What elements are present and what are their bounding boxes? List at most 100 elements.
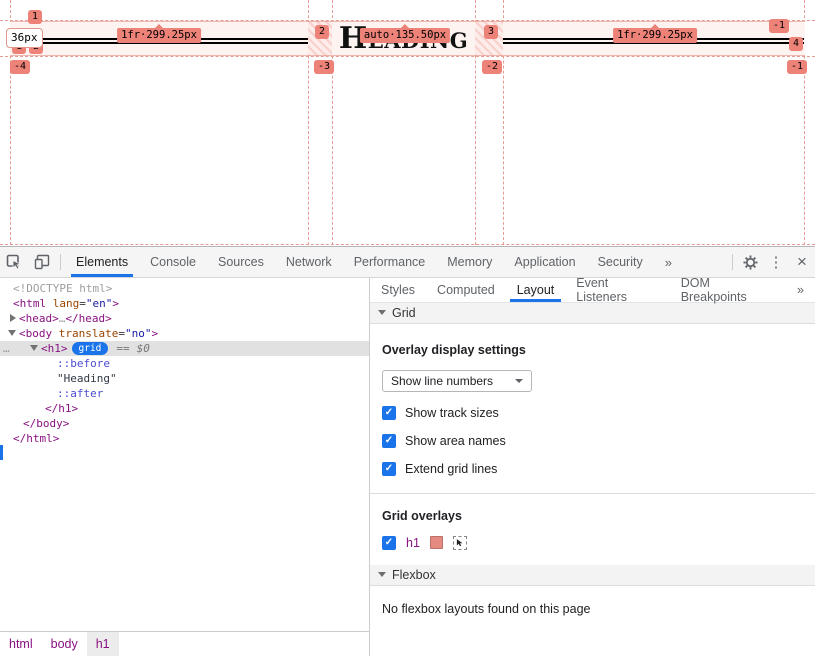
show-area-names-row: ✓ Show area names xyxy=(382,434,803,448)
overlay-color-swatch[interactable] xyxy=(430,536,443,549)
overlay-display-settings-title: Overlay display settings xyxy=(382,343,803,357)
twisty-collapsed-icon[interactable] xyxy=(10,314,16,322)
grid-line-number-badge: 1 xyxy=(28,10,42,24)
tree-row-text-node[interactable]: "Heading" xyxy=(0,371,369,386)
tree-row-head[interactable]: <head>…</head> xyxy=(0,311,369,326)
pseudo-token: ::after xyxy=(57,387,103,400)
tab-layout[interactable]: Layout xyxy=(506,278,566,302)
tab-application[interactable]: Application xyxy=(503,247,586,277)
grid-badge[interactable]: grid xyxy=(72,342,109,355)
grid-line-number-badge: -1 xyxy=(787,60,807,74)
text-node-token: "Heading" xyxy=(57,372,117,385)
select-value: Show line numbers xyxy=(391,374,493,388)
line-numbers-select[interactable]: Show line numbers xyxy=(382,370,532,392)
tab-dom-breakpoints[interactable]: DOM Breakpoints xyxy=(670,278,786,302)
tab-memory[interactable]: Memory xyxy=(436,247,503,277)
extend-grid-lines-checkbox[interactable]: ✓ xyxy=(382,462,396,476)
flexbox-section-header[interactable]: Flexbox xyxy=(370,565,815,586)
flexbox-section-content: No flexbox layouts found on this page xyxy=(370,602,815,616)
tag-token: > xyxy=(112,297,119,310)
grid-track-size-label: auto·135.50px xyxy=(360,28,450,43)
tree-row-html-open[interactable]: <html lang="en"> xyxy=(0,296,369,311)
subtab-label: Computed xyxy=(437,283,495,297)
h1-overlay-checkbox[interactable]: ✓ xyxy=(382,536,396,550)
tab-label: Security xyxy=(598,255,643,269)
breadcrumb: html body h1 xyxy=(0,631,369,656)
devtools-main-tabs: Elements Console Sources Network Perform… xyxy=(65,247,683,277)
tab-event-listeners[interactable]: Event Listeners xyxy=(565,278,669,302)
breadcrumb-body[interactable]: body xyxy=(42,632,87,656)
device-icon xyxy=(34,254,50,270)
subtab-label: Styles xyxy=(381,283,415,297)
tree-row-h1-close[interactable]: </h1> xyxy=(0,401,369,416)
close-icon[interactable]: × xyxy=(789,247,815,277)
show-area-names-checkbox[interactable]: ✓ xyxy=(382,434,396,448)
attr-value-token: "en" xyxy=(86,297,113,310)
twisty-expanded-icon[interactable] xyxy=(8,330,16,336)
grid-line-number-badge: 3 xyxy=(484,25,498,39)
subtab-label: Layout xyxy=(517,283,555,297)
grid-overlay-h1-row: ✓ h1 xyxy=(382,535,803,550)
tree-row-before-pseudo[interactable]: ::before xyxy=(0,356,369,371)
tag-token: </head> xyxy=(65,312,111,325)
tab-performance[interactable]: Performance xyxy=(343,247,437,277)
grid-line-number-badge: 2 xyxy=(315,25,329,39)
tab-label: Sources xyxy=(218,255,264,269)
sidebar-subtabs: Styles Computed Layout Event Listeners D… xyxy=(370,278,815,303)
tab-label: Application xyxy=(514,255,575,269)
breadcrumb-html[interactable]: html xyxy=(0,632,42,656)
grid-section-header[interactable]: Grid xyxy=(370,303,815,324)
show-track-sizes-checkbox[interactable]: ✓ xyxy=(382,406,396,420)
attr-name-token: translate xyxy=(52,327,118,340)
tag-token: </h1> xyxy=(45,402,78,415)
tab-computed[interactable]: Computed xyxy=(426,278,506,302)
inspected-page-viewport: Heading 1 2 36px 1fr·299.25px auto·135.5… xyxy=(0,0,815,246)
devtools-main: <!DOCTYPE html> <html lang="en"> <head>…… xyxy=(0,278,815,656)
tab-network[interactable]: Network xyxy=(275,247,343,277)
grid-overlays-content: Grid overlays ✓ h1 xyxy=(370,509,815,550)
row-hover-dots-icon[interactable]: … xyxy=(3,341,10,356)
tree-row-html-close[interactable]: </html> xyxy=(0,431,369,446)
grid-line-number-badge: 4 xyxy=(789,37,803,51)
tab-elements[interactable]: Elements xyxy=(65,247,139,277)
settings-gear-icon[interactable] xyxy=(737,247,763,277)
equals-token: = xyxy=(79,297,86,310)
breadcrumb-h1[interactable]: h1 xyxy=(87,632,119,656)
extend-grid-lines-row: ✓ Extend grid lines xyxy=(382,462,803,476)
more-subtabs-chevron-icon[interactable]: » xyxy=(786,278,815,302)
kebab-menu-icon[interactable]: ⋮ xyxy=(763,247,789,277)
scroll-position-marker xyxy=(0,445,3,460)
grid-row-size-label: 36px xyxy=(6,28,43,48)
tree-row-body-close[interactable]: </body> xyxy=(0,416,369,431)
tab-label: Memory xyxy=(447,255,492,269)
select-element-icon[interactable] xyxy=(453,536,467,550)
tab-security[interactable]: Security xyxy=(587,247,654,277)
equals-token: = xyxy=(118,327,125,340)
tree-row-after-pseudo[interactable]: ::after xyxy=(0,386,369,401)
checkbox-label: Extend grid lines xyxy=(405,462,497,476)
show-track-sizes-row: ✓ Show track sizes xyxy=(382,406,803,420)
tag-token: <body xyxy=(19,327,52,340)
checkbox-label: Show area names xyxy=(405,434,506,448)
inspect-cursor-icon xyxy=(6,254,22,270)
tree-row-doctype[interactable]: <!DOCTYPE html> xyxy=(0,281,369,296)
tag-token: </body> xyxy=(23,417,69,430)
dom-tree: <!DOCTYPE html> <html lang="en"> <head>…… xyxy=(0,278,369,446)
cursor-arrow-icon xyxy=(455,538,464,547)
inspect-element-icon[interactable] xyxy=(0,247,28,277)
tab-styles[interactable]: Styles xyxy=(370,278,426,302)
twisty-expanded-icon[interactable] xyxy=(30,345,38,351)
tab-label: Elements xyxy=(76,255,128,269)
toolbar-right-controls: ⋮ × xyxy=(728,247,815,277)
tab-label: Console xyxy=(150,255,196,269)
tree-row-body-open[interactable]: <body translate="no"> xyxy=(0,326,369,341)
more-tabs-chevron-icon[interactable]: » xyxy=(654,247,683,277)
tree-row-h1-selected[interactable]: …<h1>grid==$0 xyxy=(0,341,369,356)
attr-name-token: lang xyxy=(46,297,79,310)
tag-token: > xyxy=(151,327,158,340)
tab-console[interactable]: Console xyxy=(139,247,207,277)
grid-line-number-badge: -4 xyxy=(10,60,30,74)
tab-sources[interactable]: Sources xyxy=(207,247,275,277)
overlay-element-label: h1 xyxy=(406,536,420,550)
device-toolbar-icon[interactable] xyxy=(28,247,56,277)
